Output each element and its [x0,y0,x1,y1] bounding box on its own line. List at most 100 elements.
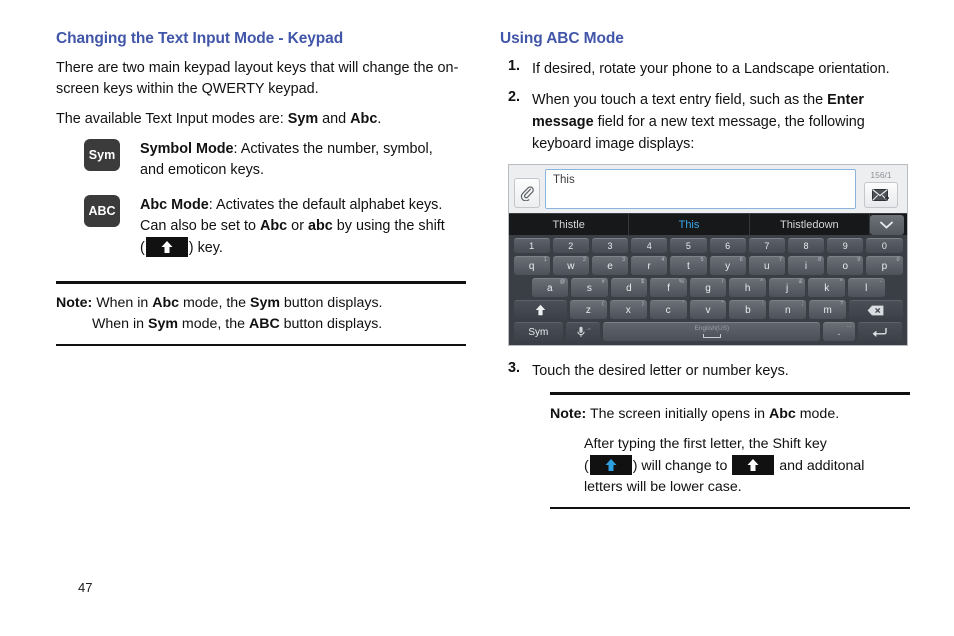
note-l2-end: button displays. [279,315,383,332]
sym-key[interactable]: Sym [513,322,564,341]
page-number: 47 [78,580,93,595]
intro-paragraph: There are two main keypad layout keys th… [56,60,459,97]
key-alt: ? [840,301,844,307]
key-v[interactable]: v " [689,300,727,319]
key-x[interactable]: x) [609,300,647,319]
steps-list-continued: 3. Touch the desired letter or number ke… [500,360,910,382]
shift-up-arrow-icon[interactable] [513,300,567,319]
key-4[interactable]: 4 [631,238,668,253]
key-2[interactable]: 2 [552,238,589,253]
note-l2-b1: Sym [148,315,178,332]
key-c[interactable]: c ' [649,300,687,319]
key-9[interactable]: 9 [827,238,864,253]
key-m[interactable]: m? [809,300,847,319]
key-g[interactable]: g / [689,278,727,297]
note-l2-b2: ABC [248,315,280,332]
key-alt: % [678,279,684,285]
step-number: 2. [507,89,520,105]
note-l1-pre: When in [92,294,153,311]
note-l1-end: button displays. [279,294,383,311]
key-a[interactable]: a @ [531,278,569,297]
keyboard-row-numbers: 1 2 3 4 5 6 7 8 9 0 [512,238,904,253]
key-t[interactable]: t5 [670,256,707,275]
note-label-left: Note: [56,294,93,311]
key-b[interactable]: b: [729,300,767,319]
keyboard-row-qwerty: q1 w2 e3 r4 t5 y6 u7 i8 o9 p0 [512,256,904,275]
key-alt: 2 [582,257,586,263]
space-key[interactable]: English(US) [603,322,821,341]
key-8[interactable]: 8 [787,238,825,253]
key-l[interactable]: l- [848,278,885,297]
note-shift-tail: and additonal [775,457,865,474]
key-y[interactable]: y6 [709,256,746,275]
note-shift-block: After typing the first letter, the Shift… [584,434,908,498]
keyboard-row-bottom: Sym ...o English(US) . ... [512,322,904,341]
compose-bar: This 156/1 [509,165,907,213]
key-n[interactable]: n; [769,300,807,319]
key-k[interactable]: k * [808,278,845,297]
key-1[interactable]: 1 [513,238,550,253]
key-label: d [626,282,632,294]
key-d[interactable]: d $ [610,278,648,297]
mode-row-abc: ABC Abc Mode: Activates the default alph… [56,195,466,259]
key-o[interactable]: o9 [827,256,864,275]
key-i[interactable]: i8 [787,256,825,275]
key-label: b [745,304,751,316]
suggestion-thistledown[interactable]: Thistledown [750,213,870,236]
period-key[interactable]: . ... [823,322,855,341]
key-0[interactable]: 0 [866,238,903,253]
key-e[interactable]: e3 [591,256,629,275]
key-alt: & [798,279,803,285]
key-w[interactable]: w2 [552,256,589,275]
key-alt: 0 [896,257,900,263]
key-label: x [625,304,631,316]
key-alt: 9 [857,257,861,263]
send-message-icon[interactable] [864,182,898,208]
enter-return-icon[interactable] [857,322,903,341]
abc-mode-text: : Activates the default alphabet keys. [208,197,443,213]
message-input[interactable]: This [545,169,856,209]
microphone-icon[interactable]: ...o [566,322,601,341]
list-item: 2. When you touch a text entry field, su… [500,89,910,155]
key-h[interactable]: h ^ [729,278,766,297]
key-label: l [865,282,868,294]
key-label: s [586,282,592,294]
backspace-icon[interactable] [849,300,903,319]
key-z[interactable]: z( [569,300,607,319]
key-j[interactable]: j & [768,278,806,297]
modes-paragraph-pre: The available Text Input modes are: [56,111,288,127]
key-alt: 8 [818,257,822,263]
paperclip-icon[interactable] [514,178,540,208]
key-3[interactable]: 3 [591,238,629,253]
key-u[interactable]: u7 [748,256,785,275]
note-r1-end: mode. [795,405,840,422]
key-p[interactable]: p0 [866,256,903,275]
key-6[interactable]: 6 [709,238,746,253]
key-label: i [804,260,808,272]
suggestion-this[interactable]: This [629,213,750,236]
key-alt: - [879,279,882,285]
key-alt: $ [641,279,645,285]
suggestion-thistle[interactable]: Thistle [509,213,630,236]
key-alt: ( [601,301,604,307]
chevron-down-icon[interactable] [869,214,904,235]
key-s[interactable]: s # [571,278,608,297]
note-box-left: Note: When in Abc mode, the Sym button d… [56,281,466,346]
key-alt: 7 [778,257,782,263]
note-r1-b1: Abc [768,405,796,422]
step-text: If desired, rotate your phone to a Lands… [532,61,890,77]
key-q[interactable]: q1 [513,256,550,275]
note-content-left: Note: When in Abc mode, the Sym button d… [56,284,466,344]
key-r[interactable]: r4 [631,256,668,275]
abc-bold-upper: Abc [260,218,288,234]
key-f[interactable]: f% [650,278,687,297]
key-label: o [842,260,848,272]
right-column: Using ABC Mode 1. If desired, rotate you… [500,30,910,509]
note-rule-bottom-left [56,343,466,346]
page-title-right: Using ABC Mode [500,30,624,47]
character-counter: 156/1 [870,170,892,180]
shift-up-arrow-white-icon [732,454,775,475]
key-7[interactable]: 7 [748,238,785,253]
note-r1-pre: The screen initially opens in [586,405,769,422]
key-5[interactable]: 5 [670,238,707,253]
